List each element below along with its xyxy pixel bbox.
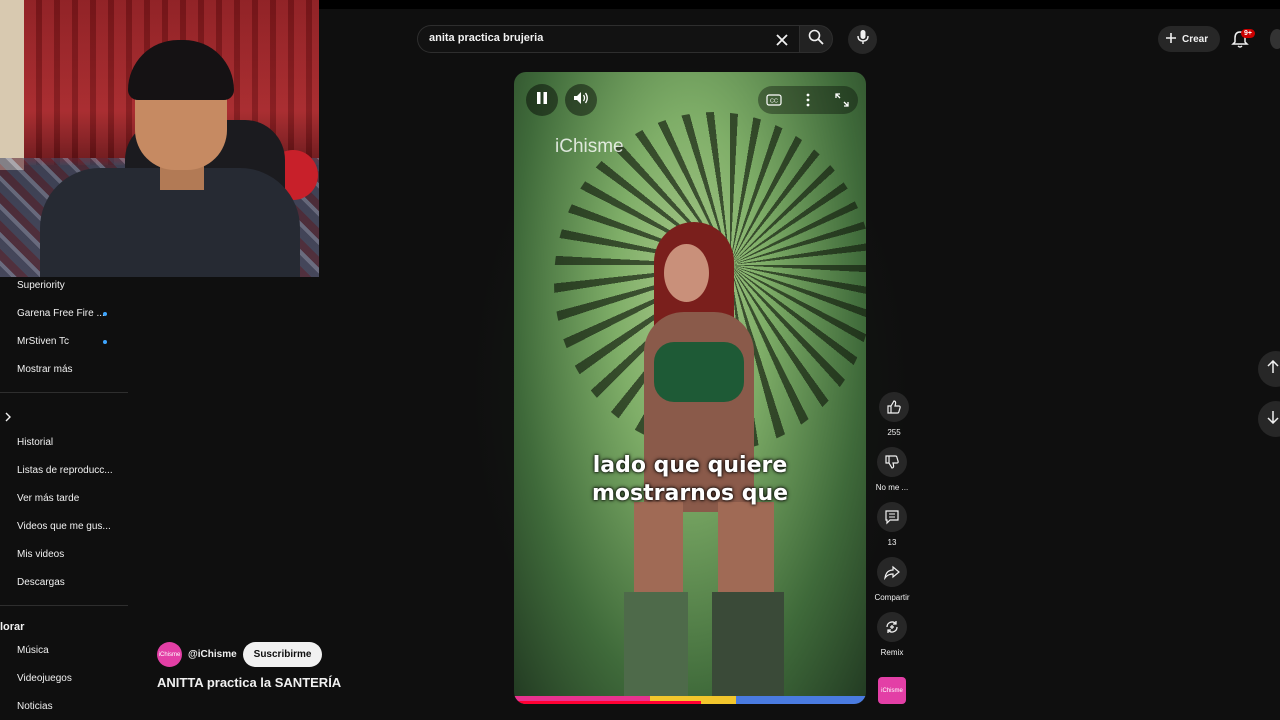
create-label: Crear	[1182, 33, 1209, 45]
sidebar-item-liked-videos[interactable]: Videos que me gus...	[17, 521, 111, 532]
close-icon[interactable]	[773, 31, 791, 49]
svg-text:CC: CC	[770, 99, 778, 105]
more-vert-icon[interactable]	[806, 93, 810, 112]
webcam-wall	[0, 0, 24, 170]
subscribe-button[interactable]: Suscribirme	[242, 642, 323, 667]
remix-icon	[877, 612, 907, 642]
sidebar-item-history[interactable]: Historial	[17, 437, 53, 448]
dislike-label: No me ...	[875, 483, 909, 492]
cc-icon[interactable]: CC	[766, 93, 782, 111]
video-watermark: iChisme	[555, 136, 624, 157]
sidebar-item-show-more[interactable]: Mostrar más	[17, 364, 73, 375]
remix-label: Remix	[880, 648, 904, 657]
sidebar-divider	[0, 392, 128, 393]
arrow-up-icon	[1267, 359, 1279, 379]
new-content-dot	[103, 312, 107, 316]
plus-icon	[1165, 32, 1177, 47]
dislike-icon	[877, 447, 907, 477]
next-short-button[interactable]	[1258, 401, 1280, 437]
arrow-down-icon	[1267, 410, 1279, 429]
avatar[interactable]	[1270, 29, 1280, 49]
search-button[interactable]	[799, 25, 833, 53]
sidebar: Superiority Garena Free Fire ... MrStive…	[0, 277, 128, 720]
like-icon	[879, 392, 909, 422]
share-label: Compartir	[874, 593, 910, 602]
comment-icon	[877, 502, 907, 532]
channel-handle[interactable]: @iChisme	[188, 649, 237, 660]
sidebar-item-downloads[interactable]: Descargas	[17, 577, 65, 588]
chevron-right-icon[interactable]	[4, 409, 12, 427]
comment-count: 13	[887, 538, 897, 547]
volume-button[interactable]	[565, 84, 597, 116]
volume-icon	[573, 91, 589, 110]
sidebar-item-news[interactable]: Noticias	[17, 701, 53, 712]
channel-row: iChisme @iChisme Suscribirme	[157, 642, 323, 667]
sidebar-item-gaming[interactable]: Videojuegos	[17, 673, 72, 684]
sidebar-item-playlists[interactable]: Listas de reproducc...	[17, 465, 113, 476]
sidebar-item-my-videos[interactable]: Mis videos	[17, 549, 64, 560]
caption-line-2: mostrarnos que	[591, 481, 789, 506]
share-icon	[877, 557, 907, 587]
channel-avatar[interactable]: iChisme	[157, 642, 182, 667]
mic-icon	[856, 29, 870, 50]
search-input[interactable]: anita practica brujeria	[417, 25, 799, 53]
previous-short-button[interactable]	[1258, 351, 1280, 387]
pause-button[interactable]	[526, 84, 558, 116]
video-frame-boots	[624, 592, 784, 704]
new-content-dot	[103, 340, 107, 344]
fullscreen-icon[interactable]	[835, 93, 849, 112]
sidebar-section-explore: lorar	[0, 621, 25, 633]
sidebar-item-watch-later[interactable]: Ver más tarde	[17, 493, 79, 504]
create-button[interactable]: Crear	[1158, 26, 1220, 52]
sidebar-item-mrstiven[interactable]: MrStiven Tc	[17, 336, 69, 347]
remix-button[interactable]: Remix	[874, 612, 910, 657]
sidebar-divider	[0, 605, 128, 606]
search-icon	[808, 29, 824, 50]
sidebar-item-superiority[interactable]: Superiority	[17, 280, 65, 291]
caption-line-1: lado que quiere	[592, 453, 788, 478]
share-button[interactable]: Compartir	[874, 557, 910, 602]
dislike-button[interactable]: No me ...	[874, 447, 910, 492]
like-count: 255	[887, 428, 901, 437]
notification-badge: 9+	[1241, 29, 1255, 38]
video-frame-costume	[654, 342, 744, 402]
progress-fill	[514, 701, 701, 704]
comments-button[interactable]: 13	[874, 502, 910, 547]
short-video-player[interactable]: CC iChisme lado que quiere mostrarnos qu…	[514, 72, 866, 704]
pause-icon	[536, 91, 548, 110]
webcam-overlay	[0, 0, 319, 277]
channel-thumbnail[interactable]: iChisme	[878, 677, 906, 704]
like-button[interactable]: 255	[876, 392, 912, 437]
search-query[interactable]: anita practica brujeria	[429, 32, 543, 44]
video-caption: lado que quiere mostrarnos que	[514, 452, 866, 508]
sidebar-item-music[interactable]: Música	[17, 645, 49, 656]
video-frame-dancer-face	[664, 244, 709, 302]
sidebar-item-garena[interactable]: Garena Free Fire ...	[17, 308, 105, 319]
video-title: ANITTA practica la SANTERÍA	[157, 675, 342, 690]
voice-search-button[interactable]	[848, 25, 877, 54]
progress-segment-3	[736, 696, 866, 704]
